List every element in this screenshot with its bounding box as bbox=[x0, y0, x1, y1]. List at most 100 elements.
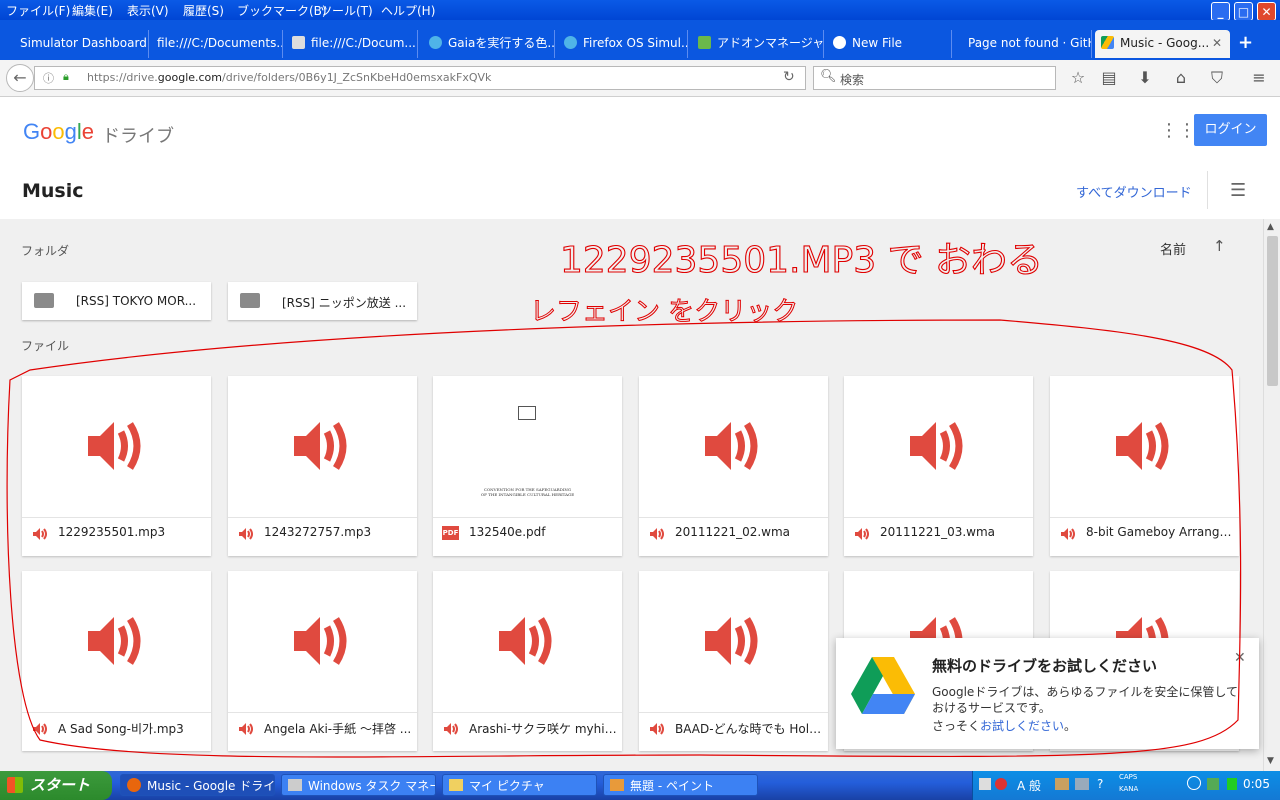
github-icon bbox=[833, 36, 846, 49]
tab-new-file[interactable]: New File bbox=[827, 30, 952, 58]
file-thumbnail bbox=[433, 571, 622, 713]
files-section-label: ファイル bbox=[21, 339, 70, 353]
search-icon: 🔍︎ bbox=[820, 69, 837, 84]
window-title-bar: ファイル(F) 編集(E) 表示(V) 履歴(S) ブックマーク(B) ツール(… bbox=[0, 0, 1280, 21]
tab-addon-manager[interactable]: アドオンマネージャー bbox=[692, 30, 824, 58]
close-tab-icon[interactable]: ✕ bbox=[1212, 30, 1222, 56]
keyboard-icon[interactable] bbox=[979, 778, 991, 790]
tab-file-docum[interactable]: file:///C:/Docum... bbox=[286, 30, 418, 58]
audio-file-icon bbox=[1061, 528, 1075, 540]
file-thumbnail bbox=[228, 571, 417, 713]
google-logo[interactable]: Google bbox=[23, 119, 94, 145]
audio-file-icon bbox=[239, 723, 253, 735]
scroll-up-arrow-icon[interactable]: ▲ bbox=[1267, 222, 1274, 232]
folder-item[interactable]: [RSS] TOKYO MOR... bbox=[22, 282, 211, 320]
home-icon[interactable]: ⌂ bbox=[1171, 68, 1191, 88]
tray-expand-icon[interactable] bbox=[1187, 776, 1201, 790]
close-window-button[interactable]: ✕ bbox=[1257, 2, 1276, 21]
logo-letter: e bbox=[81, 119, 95, 144]
list-view-icon[interactable]: ☰ bbox=[1230, 180, 1246, 201]
logo-letter: o bbox=[40, 119, 53, 144]
file-card[interactable]: BAAD-どんな時でも Hold... bbox=[639, 571, 828, 751]
file-card[interactable]: 8-bit Gameboy Arrange-... bbox=[1050, 376, 1239, 556]
file-card[interactable]: 20111221_03.wma bbox=[844, 376, 1033, 556]
scroll-down-arrow-icon[interactable]: ▼ bbox=[1267, 756, 1274, 766]
url-domain: google.com bbox=[157, 71, 223, 84]
tab-page-not-found[interactable]: Page not found · GitH... bbox=[962, 30, 1092, 58]
menu-bookmarks[interactable]: ブックマーク(B) bbox=[237, 2, 327, 19]
ime-tool-icon[interactable] bbox=[1055, 778, 1069, 790]
maximize-button[interactable]: □ bbox=[1234, 2, 1253, 21]
help-icon[interactable]: ? bbox=[1097, 777, 1103, 791]
tab-firefox-os-simulator[interactable]: Firefox OS Simul... bbox=[558, 30, 688, 58]
audio-large-icon bbox=[1116, 422, 1169, 470]
taskbar-firefox-music[interactable]: Music - Google ドライ... bbox=[120, 774, 275, 796]
file-card[interactable]: 20111221_02.wma bbox=[639, 376, 828, 556]
file-card[interactable]: 1229235501.mp3 bbox=[22, 376, 211, 556]
url-bar[interactable]: ⓘ 🔒︎ https://drive.google.com/drive/fold… bbox=[34, 66, 806, 90]
network-icon[interactable] bbox=[1207, 778, 1219, 790]
menu-history[interactable]: 履歴(S) bbox=[183, 2, 224, 19]
back-button[interactable]: ← bbox=[6, 64, 34, 92]
pdf-text: CONVENTION FOR THE SAFEGUARDING OF THE IN… bbox=[433, 487, 622, 497]
tab-gaia[interactable]: Gaiaを実行する色... bbox=[423, 30, 555, 58]
pocket-icon[interactable]: ⛉ bbox=[1207, 68, 1227, 88]
reading-list-icon[interactable]: ▤ bbox=[1099, 68, 1119, 88]
file-thumbnail bbox=[639, 571, 828, 713]
close-promo-icon[interactable]: ✕ bbox=[1234, 650, 1246, 666]
menu-file[interactable]: ファイル(F) bbox=[6, 2, 70, 19]
ime-dictionary-icon[interactable] bbox=[1075, 778, 1089, 790]
file-name: 20111221_03.wma bbox=[880, 525, 996, 539]
minimize-button[interactable]: _ bbox=[1211, 2, 1230, 21]
ime-icon[interactable] bbox=[995, 778, 1007, 790]
tab-label: Simulator Dashboard ... bbox=[20, 36, 149, 50]
download-all-link[interactable]: すべてダウンロード bbox=[1076, 182, 1192, 201]
scrollbar-thumb[interactable] bbox=[1267, 236, 1278, 386]
menu-edit[interactable]: 編集(E) bbox=[72, 2, 113, 19]
folder-item[interactable]: [RSS] ニッポン放送 ... bbox=[228, 282, 417, 320]
security-icon[interactable] bbox=[1227, 778, 1237, 790]
menu-tools[interactable]: ツール(T) bbox=[320, 2, 373, 19]
bookmark-star-icon[interactable]: ☆ bbox=[1068, 68, 1088, 88]
menu-view[interactable]: 表示(V) bbox=[127, 2, 169, 19]
taskbar-task-manager[interactable]: Windows タスク マネー... bbox=[281, 774, 436, 796]
search-bar[interactable]: 🔍︎ 検索 bbox=[813, 66, 1056, 90]
login-button[interactable]: ログイン bbox=[1194, 114, 1267, 146]
clock[interactable]: 0:05 bbox=[1243, 777, 1270, 791]
file-card[interactable]: A Sad Song-비가.mp3 bbox=[22, 571, 211, 751]
file-card[interactable]: Angela Aki-手紙 ～拝啓 ... bbox=[228, 571, 417, 751]
try-drive-link[interactable]: お試しください bbox=[980, 719, 1064, 733]
file-name: Angela Aki-手紙 ～拝啓 ... bbox=[264, 722, 412, 736]
pdf-text-line: OF THE INTANGIBLE CULTURAL HERITAGE bbox=[480, 492, 575, 497]
tab-label: file:///C:/Documents... bbox=[157, 36, 283, 50]
file-card[interactable]: CONVENTION FOR THE SAFEGUARDING OF THE IN… bbox=[433, 376, 622, 556]
url-text: https://drive.google.com/drive/folders/0… bbox=[87, 71, 491, 84]
sort-direction-icon[interactable]: ↑ bbox=[1213, 237, 1226, 255]
tab-music-google-drive[interactable]: Music - Goog... ✕ bbox=[1095, 30, 1230, 58]
audio-large-icon bbox=[705, 617, 758, 665]
ime-mode[interactable]: A 般 bbox=[1017, 777, 1041, 794]
lock-icon: 🔒︎ bbox=[63, 70, 69, 83]
menu-help[interactable]: ヘルプ(H) bbox=[381, 2, 435, 19]
new-tab-button[interactable]: + bbox=[1238, 32, 1253, 53]
taskbar-my-pictures[interactable]: マイ ピクチャ bbox=[442, 774, 597, 796]
file-name: 8-bit Gameboy Arrange-... bbox=[1086, 525, 1236, 539]
sort-by-name[interactable]: 名前 bbox=[1160, 239, 1186, 258]
hamburger-menu-icon[interactable]: ≡ bbox=[1249, 68, 1269, 88]
file-card[interactable]: 1243272757.mp3 bbox=[228, 376, 417, 556]
tab-file-documents[interactable]: file:///C:/Documents... bbox=[151, 30, 283, 58]
info-icon[interactable]: ⓘ bbox=[43, 70, 54, 86]
apps-grid-icon[interactable]: ⋮⋮ bbox=[1160, 120, 1196, 141]
google-drive-logo-icon bbox=[851, 657, 915, 714]
reload-icon[interactable]: ↻ bbox=[783, 69, 795, 85]
taskbar-paint[interactable]: 無題 - ペイント bbox=[603, 774, 758, 796]
start-button[interactable]: スタート bbox=[0, 771, 112, 800]
url-path: /drive/folders/0B6y1J_ZcSnKbeHd0emsxakFx… bbox=[222, 71, 492, 84]
vertical-scrollbar[interactable]: ▲ ▼ bbox=[1263, 219, 1280, 771]
download-icon[interactable]: ⬇ bbox=[1135, 68, 1155, 88]
tab-label: file:///C:/Docum... bbox=[311, 36, 416, 50]
tab-simulator-dashboard[interactable]: Simulator Dashboard ... bbox=[14, 30, 149, 58]
drive-product-name: ドライブ bbox=[102, 126, 174, 147]
file-card[interactable]: Arashi-サクラ咲ケ myhit... bbox=[433, 571, 622, 751]
file-thumbnail bbox=[22, 376, 211, 518]
